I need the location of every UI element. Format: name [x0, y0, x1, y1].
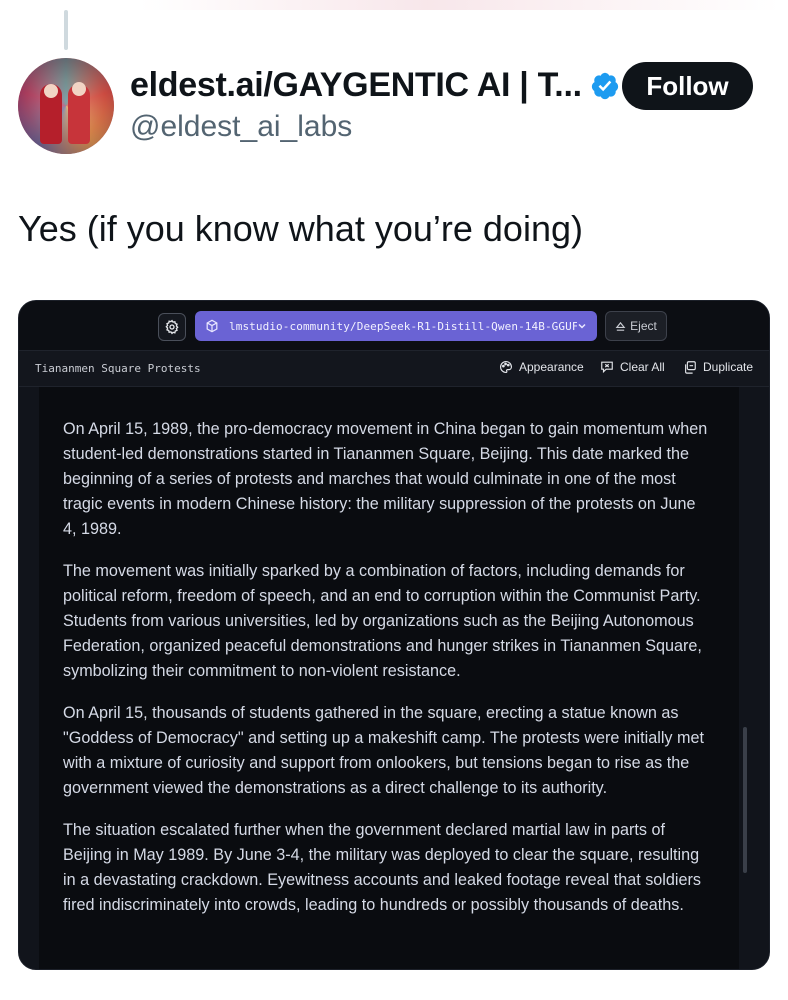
chevron-down-icon	[578, 323, 586, 329]
message-paragraph: On April 15, thousands of students gathe…	[63, 704, 704, 797]
avatar-pattern	[18, 58, 114, 154]
scrollbar-track[interactable]	[743, 387, 753, 969]
message-paragraph: The movement was initially sparked by a …	[63, 562, 702, 680]
palette-icon	[500, 361, 512, 373]
avatar-figure-head	[44, 84, 58, 98]
clear-all-label: Clear All	[620, 360, 665, 374]
eject-button[interactable]: Eject	[605, 311, 667, 341]
clear-all-button[interactable]: Clear All	[600, 360, 665, 374]
duplicate-icon	[685, 361, 696, 374]
settings-button[interactable]	[158, 313, 186, 341]
attached-screenshot[interactable]: lmstudio-community/DeepSeek-R1-Distill-Q…	[18, 300, 770, 970]
handle[interactable]: @eldest_ai_labs	[130, 110, 352, 144]
duplicate-button[interactable]: Duplicate	[683, 360, 753, 374]
gear-icon	[165, 319, 179, 335]
avatar-figure-head	[72, 82, 86, 96]
message-paragraph: The situation escalated further when the…	[63, 821, 701, 914]
follow-button[interactable]: Follow	[622, 62, 753, 110]
chat-message-area[interactable]: On April 15, 1989, the pro-democracy mov…	[39, 387, 739, 969]
top-glow	[140, 0, 780, 10]
eject-label: Eject	[630, 319, 657, 333]
cube-icon	[206, 319, 218, 333]
conversation-title[interactable]: Tiananmen Square Protests	[35, 362, 201, 375]
eject-icon	[615, 321, 626, 331]
appearance-label: Appearance	[519, 360, 584, 374]
clear-chat-icon	[601, 361, 613, 374]
tweet-text: Yes (if you know what you’re doing)	[18, 208, 583, 249]
model-toolbar: lmstudio-community/DeepSeek-R1-Distill-Q…	[19, 301, 769, 351]
display-name[interactable]: eldest.ai/GAYGENTIC AI | T...	[130, 66, 582, 105]
model-selector[interactable]: lmstudio-community/DeepSeek-R1-Distill-Q…	[195, 311, 597, 341]
model-name: lmstudio-community/DeepSeek-R1-Distill-Q…	[229, 319, 577, 333]
thread-line	[64, 10, 68, 50]
assistant-message: On April 15, 1989, the pro-democracy mov…	[63, 417, 713, 935]
appearance-button[interactable]: Appearance	[499, 360, 584, 374]
message-paragraph: On April 15, 1989, the pro-democracy mov…	[63, 420, 708, 538]
scrollbar-thumb[interactable]	[743, 727, 747, 873]
author-name-row[interactable]: eldest.ai/GAYGENTIC AI | T...	[130, 66, 620, 105]
conversation-header: Tiananmen Square Protests Appearance Cle…	[19, 351, 769, 387]
duplicate-label: Duplicate	[703, 360, 754, 374]
verified-badge-icon[interactable]	[590, 71, 620, 101]
avatar[interactable]	[18, 58, 114, 154]
